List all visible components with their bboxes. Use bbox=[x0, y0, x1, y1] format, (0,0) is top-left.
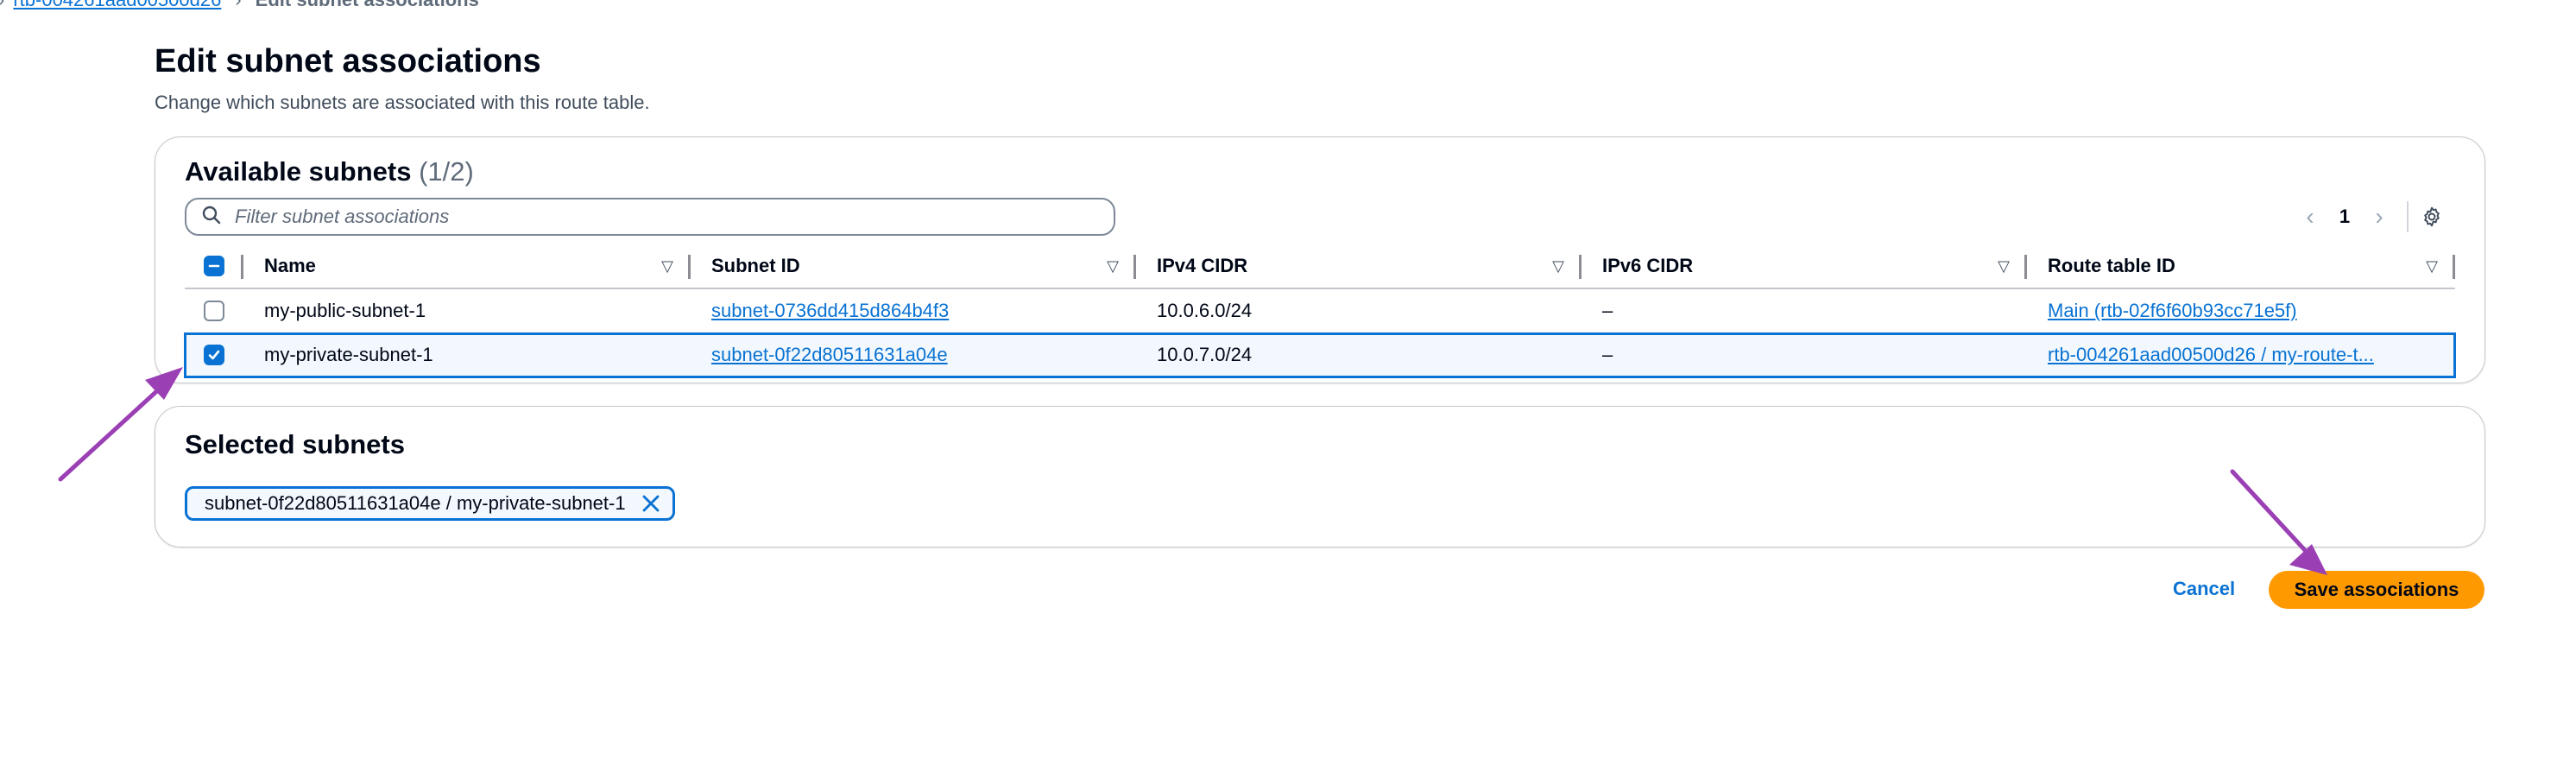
gear-icon[interactable] bbox=[2421, 206, 2443, 228]
breadcrumb-link-route-table[interactable]: rtb-004261aad00500d26 bbox=[13, 0, 221, 11]
column-header-label: Route table ID bbox=[2048, 255, 2175, 276]
filter-search-box[interactable] bbox=[185, 198, 1115, 236]
token-label: subnet-0f22d80511631a04e / my-private-su… bbox=[205, 492, 626, 514]
search-icon bbox=[186, 206, 221, 229]
column-header-label: Name bbox=[264, 255, 316, 276]
page-title: Edit subnet associations bbox=[155, 43, 541, 79]
column-header-ipv4-cidr[interactable]: IPv4 CIDR ▽ bbox=[1136, 244, 1582, 289]
column-header-label: IPv6 CIDR bbox=[1602, 255, 1694, 276]
subnet-id-link[interactable]: subnet-0736dd415d864b4f3 bbox=[711, 300, 949, 321]
select-all-checkbox[interactable] bbox=[204, 256, 224, 276]
page-number[interactable]: 1 bbox=[2326, 206, 2364, 228]
page-description: Change which subnets are associated with… bbox=[155, 92, 650, 113]
subnets-table: Name ▽ Subnet ID ▽ IPv4 CIDR ▽ IPv6 CIDR ▽ bbox=[184, 244, 2456, 378]
route-table-link[interactable]: rtb-004261aad00500d26 / my-route-t... bbox=[2048, 344, 2428, 366]
column-header-route-table-id[interactable]: Route table ID ▽ bbox=[2027, 244, 2455, 289]
table-row-public-subnet[interactable]: my-public-subnet-1 subnet-0736dd415d864b… bbox=[185, 288, 2455, 333]
breadcrumb-current: Edit subnet associations bbox=[256, 0, 479, 11]
cancel-button[interactable]: Cancel bbox=[2168, 577, 2240, 601]
selected-subnets-container: Selected subnets subnet-0f22d80511631a04… bbox=[155, 406, 2485, 548]
column-header-name[interactable]: Name ▽ bbox=[243, 244, 691, 289]
next-page-icon[interactable]: › bbox=[2364, 203, 2395, 231]
route-table-link[interactable]: Main (rtb-02f6f60b93cc71e5f) bbox=[2048, 300, 2428, 322]
pagination: ‹ 1 › bbox=[2295, 199, 2443, 234]
column-resizer[interactable] bbox=[2453, 255, 2455, 279]
column-header-subnet-id[interactable]: Subnet ID ▽ bbox=[691, 244, 1136, 289]
subnet-id-link[interactable]: subnet-0f22d80511631a04e bbox=[711, 344, 948, 365]
available-subnets-title: Available subnets bbox=[185, 156, 412, 187]
close-icon[interactable] bbox=[641, 494, 660, 513]
selected-subnets-title: Selected subnets bbox=[185, 429, 405, 459]
sort-icon[interactable]: ▽ bbox=[2426, 257, 2438, 275]
previous-page-icon[interactable]: ‹ bbox=[2295, 203, 2326, 231]
filter-subnet-associations-input[interactable] bbox=[233, 205, 1114, 229]
row-checkbox[interactable] bbox=[204, 301, 224, 321]
column-header-label: IPv4 CIDR bbox=[1157, 255, 1248, 276]
available-subnets-header: Available subnets (1/2) bbox=[185, 156, 474, 187]
sort-icon[interactable]: ▽ bbox=[1552, 257, 1564, 275]
ipv6-cidr: – bbox=[1582, 332, 2027, 377]
table-header-row: Name ▽ Subnet ID ▽ IPv4 CIDR ▽ IPv6 CIDR ▽ bbox=[185, 244, 2455, 289]
column-header-label: Subnet ID bbox=[711, 255, 800, 276]
sort-icon[interactable]: ▽ bbox=[661, 257, 673, 275]
pagination-divider bbox=[2407, 201, 2409, 232]
breadcrumb: › rtb-004261aad00500d26 › Edit subnet as… bbox=[0, 0, 479, 12]
sort-icon[interactable]: ▽ bbox=[1107, 257, 1119, 275]
subnet-name: my-public-subnet-1 bbox=[243, 288, 691, 333]
sort-icon[interactable]: ▽ bbox=[1998, 257, 2010, 275]
ipv4-cidr: 10.0.6.0/24 bbox=[1136, 288, 1582, 333]
subnet-name: my-private-subnet-1 bbox=[243, 332, 691, 377]
available-subnets-count: (1/2) bbox=[419, 156, 474, 187]
ipv4-cidr: 10.0.7.0/24 bbox=[1136, 332, 1582, 377]
select-all-header bbox=[185, 244, 243, 289]
available-subnets-container: Available subnets (1/2) ‹ 1 › bbox=[155, 136, 2485, 383]
ipv6-cidr: – bbox=[1582, 288, 2027, 333]
table-row-private-subnet[interactable]: my-private-subnet-1 subnet-0f22d80511631… bbox=[184, 332, 2456, 378]
page: › rtb-004261aad00500d26 › Edit subnet as… bbox=[0, 0, 2576, 766]
selected-subnet-token: subnet-0f22d80511631a04e / my-private-su… bbox=[185, 486, 675, 521]
save-associations-button[interactable]: Save associations bbox=[2269, 571, 2484, 609]
breadcrumb-chevron-icon: › bbox=[235, 0, 241, 11]
breadcrumb-chevron-icon: › bbox=[0, 0, 4, 11]
column-header-ipv6-cidr[interactable]: IPv6 CIDR ▽ bbox=[1582, 244, 2027, 289]
row-checkbox[interactable] bbox=[204, 345, 224, 365]
